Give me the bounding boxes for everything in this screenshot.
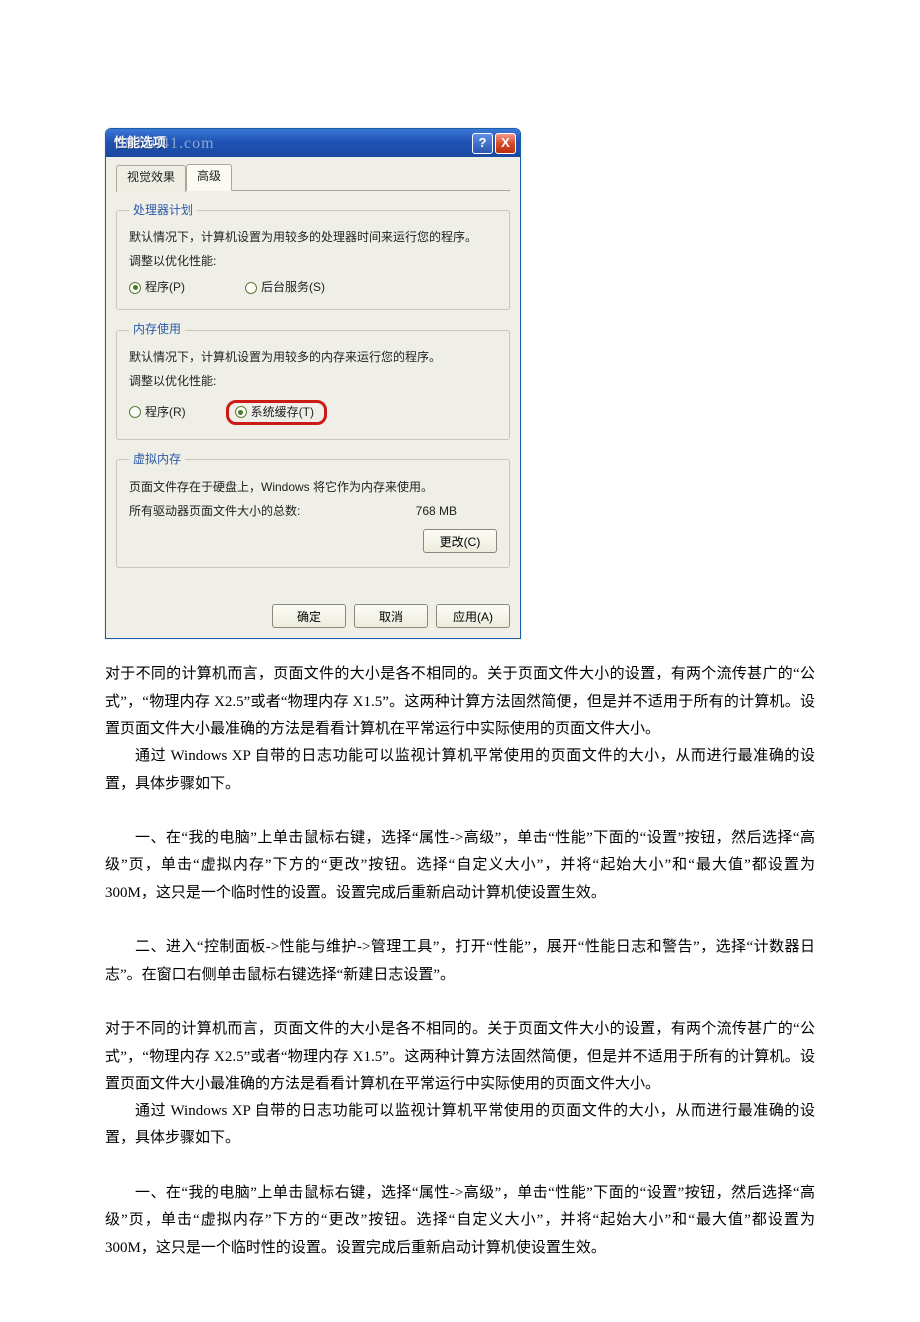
article-paragraph: 对于不同的计算机而言，页面文件的大小是各不相同的。关于页面文件大小的设置，有两个…	[105, 661, 815, 743]
title-text: 性能选项	[114, 135, 166, 150]
window-title: 性能选项 3871041.com	[114, 135, 472, 152]
help-icon: ?	[479, 135, 487, 152]
radio-programs-r[interactable]: 程序(R)	[129, 405, 186, 421]
vm-button-row: 更改(C)	[129, 529, 497, 553]
article-paragraph: 通过 Windows XP 自带的日志功能可以监视计算机平常使用的页面文件的大小…	[105, 1098, 815, 1153]
dialog-footer: 确定 取消 应用(A)	[116, 600, 510, 628]
radio-icon	[129, 406, 141, 418]
virtual-memory-group: 虚拟内存 页面文件存在于硬盘上，Windows 将它作为内存来使用。 所有驱动器…	[116, 452, 510, 568]
memory-usage-group: 内存使用 默认情况下，计算机设置为用较多的内存来运行您的程序。 调整以优化性能:…	[116, 322, 510, 440]
titlebar[interactable]: 性能选项 3871041.com ? X	[106, 129, 520, 157]
article-paragraph: 对于不同的计算机而言，页面文件的大小是各不相同的。关于页面文件大小的设置，有两个…	[105, 1016, 815, 1098]
vm-group-legend: 虚拟内存	[129, 452, 185, 468]
article-body: 对于不同的计算机而言，页面文件的大小是各不相同的。关于页面文件大小的设置，有两个…	[105, 661, 815, 1262]
memory-group-desc: 默认情况下，计算机设置为用较多的内存来运行您的程序。	[129, 348, 497, 366]
radio-system-cache[interactable]: 系统缓存(T)	[235, 405, 314, 421]
highlight-system-cache: 系统缓存(T)	[226, 400, 327, 426]
radio-label: 程序(P)	[145, 280, 185, 296]
titlebar-buttons: ? X	[472, 133, 516, 154]
article-step-2: 二、进入“控制面板->性能与维护->管理工具”，打开“性能”，展开“性能日志和警…	[105, 934, 815, 989]
performance-options-dialog: 性能选项 3871041.com ? X 视觉效果 高级 处理器计划 默认情况下…	[105, 128, 521, 639]
tab-visual-effects[interactable]: 视觉效果	[116, 165, 186, 192]
tab-advanced[interactable]: 高级	[186, 164, 232, 191]
dialog-body: 视觉效果 高级 处理器计划 默认情况下，计算机设置为用较多的处理器时间来运行您的…	[106, 157, 520, 638]
article-step-1-repeat: 一、在“我的电脑”上单击鼠标右键，选择“属性->高级”，单击“性能”下面的“设置…	[105, 1180, 815, 1262]
help-button[interactable]: ?	[472, 133, 493, 154]
processor-group-legend: 处理器计划	[129, 203, 197, 219]
radio-background-services[interactable]: 后台服务(S)	[245, 280, 325, 296]
vm-total-row: 所有驱动器页面文件大小的总数: 768 MB	[129, 504, 497, 520]
radio-label: 系统缓存(T)	[251, 405, 314, 421]
article-step-1: 一、在“我的电脑”上单击鼠标右键，选择“属性->高级”，单击“性能”下面的“设置…	[105, 825, 815, 907]
article-paragraph: 通过 Windows XP 自带的日志功能可以监视计算机平常使用的页面文件的大小…	[105, 743, 815, 798]
blank-line	[105, 798, 815, 825]
memory-adjust-label: 调整以优化性能:	[129, 374, 497, 390]
radio-icon	[129, 282, 141, 294]
processor-adjust-label: 调整以优化性能:	[129, 254, 497, 270]
ok-button[interactable]: 确定	[272, 604, 346, 628]
processor-radio-row: 程序(P) 后台服务(S)	[129, 278, 497, 296]
blank-line	[105, 907, 815, 934]
radio-label: 程序(R)	[145, 405, 186, 421]
cancel-button[interactable]: 取消	[354, 604, 428, 628]
radio-icon	[245, 282, 257, 294]
radio-programs-p[interactable]: 程序(P)	[129, 280, 185, 296]
change-button[interactable]: 更改(C)	[423, 529, 497, 553]
radio-icon	[235, 406, 247, 418]
close-button[interactable]: X	[495, 133, 516, 154]
vm-total-value: 768 MB	[416, 504, 457, 520]
vm-total-label: 所有驱动器页面文件大小的总数:	[129, 504, 300, 520]
blank-line	[105, 1153, 815, 1180]
memory-group-legend: 内存使用	[129, 322, 185, 338]
apply-button[interactable]: 应用(A)	[436, 604, 510, 628]
radio-label: 后台服务(S)	[261, 280, 325, 296]
close-icon: X	[501, 135, 510, 152]
memory-radio-row: 程序(R) 系统缓存(T)	[129, 398, 497, 426]
tabs: 视觉效果 高级	[116, 163, 510, 191]
processor-group-desc: 默认情况下，计算机设置为用较多的处理器时间来运行您的程序。	[129, 228, 497, 246]
vm-group-desc: 页面文件存在于硬盘上，Windows 将它作为内存来使用。	[129, 478, 497, 496]
processor-scheduling-group: 处理器计划 默认情况下，计算机设置为用较多的处理器时间来运行您的程序。 调整以优…	[116, 203, 510, 311]
blank-line	[105, 989, 815, 1016]
